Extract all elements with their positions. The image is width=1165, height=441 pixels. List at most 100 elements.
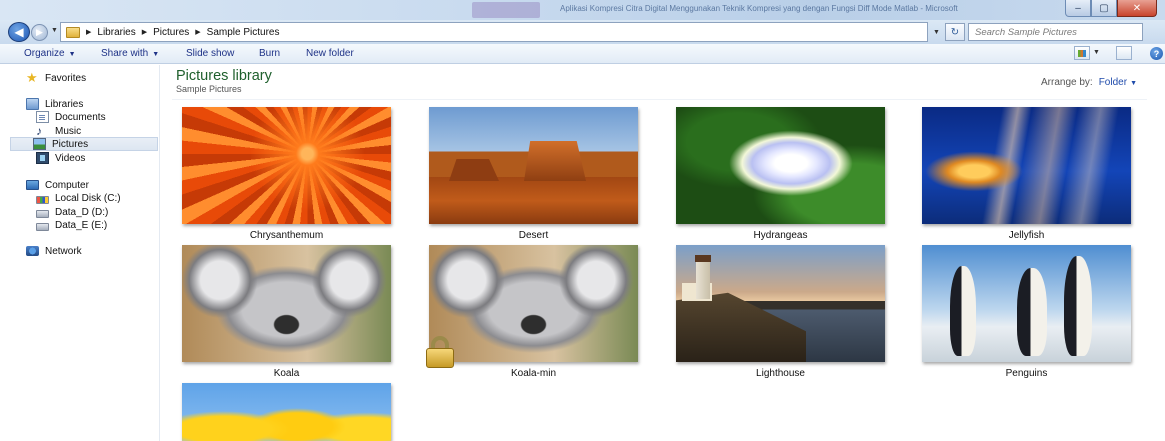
breadcrumb: ▶ Libraries ▶ Pictures ▶ Sample Pictures <box>80 27 279 38</box>
breadcrumb-separator-icon[interactable]: ▶ <box>142 28 147 36</box>
nav-data-d[interactable]: Data_D (D:) <box>36 205 108 219</box>
nav-computer[interactable]: Computer <box>26 178 89 192</box>
nav-favorites[interactable]: ★ Favorites <box>26 71 86 85</box>
videos-icon <box>36 152 49 164</box>
nav-music-label: Music <box>55 125 82 137</box>
arrange-by-folder-dropdown[interactable]: Folder <box>1099 77 1127 88</box>
window-title: Aplikasi Kompresi Citra Digital Mengguna… <box>560 4 958 13</box>
file-item-koala-min[interactable]: Koala-min <box>429 245 638 380</box>
recent-pages-dropdown[interactable]: ▼ <box>51 27 58 34</box>
refresh-button[interactable]: ↻ <box>945 23 965 41</box>
arrange-by: Arrange by: Folder ▼ <box>1041 77 1137 88</box>
chrysanthemum-thumbnail <box>182 107 391 224</box>
nav-pictures-label: Pictures <box>52 138 89 150</box>
mesa-shape <box>449 159 499 181</box>
title-bar: Aplikasi Kompresi Citra Digital Mengguna… <box>0 0 1165 20</box>
help-icon[interactable]: ? <box>1150 47 1163 60</box>
address-dropdown-icon[interactable]: ▼ <box>930 23 943 41</box>
mesa-shape <box>524 141 586 181</box>
nav-documents[interactable]: Documents <box>36 110 106 124</box>
breadcrumb-sample-pictures[interactable]: Sample Pictures <box>207 27 280 38</box>
nav-videos[interactable]: Videos <box>36 151 85 165</box>
lighthouse-thumbnail <box>676 245 885 362</box>
breadcrumb-libraries[interactable]: Libraries <box>97 27 135 38</box>
breadcrumb-separator-icon[interactable]: ▶ <box>195 28 200 36</box>
koala-min-thumbnail <box>429 245 638 362</box>
nav-libraries[interactable]: Libraries <box>26 97 83 111</box>
address-row: ◀ ▶ ▼ ▶ Libraries ▶ Pictures ▶ Sample Pi… <box>0 20 1165 44</box>
nav-libraries-label: Libraries <box>45 98 84 110</box>
forward-arrow-icon: ▶ <box>36 27 43 37</box>
taskbar-highlight <box>472 2 540 18</box>
file-item-koala[interactable]: Koala <box>182 245 391 380</box>
change-view-button[interactable] <box>1074 46 1090 60</box>
penguin-shape <box>1017 268 1047 356</box>
window-controls: – ▢ ✕ <box>1065 0 1157 17</box>
arrange-by-label: Arrange by: <box>1041 77 1093 88</box>
address-bar[interactable]: ▶ Libraries ▶ Pictures ▶ Sample Pictures <box>60 22 928 42</box>
penguins-thumbnail <box>922 245 1131 362</box>
file-item-desert[interactable]: Desert <box>429 107 638 242</box>
drive-icon <box>36 209 49 218</box>
forward-button[interactable]: ▶ <box>31 24 48 41</box>
burn-button[interactable]: Burn <box>259 48 280 59</box>
maximize-button[interactable]: ▢ <box>1091 0 1117 17</box>
back-button[interactable]: ◀ <box>8 22 30 42</box>
header-divider <box>172 99 1147 100</box>
file-name: Hydrangeas <box>753 230 808 241</box>
folder-icon <box>66 26 80 38</box>
library-title: Pictures library <box>176 68 272 84</box>
file-item-tulips[interactable] <box>182 383 391 441</box>
nav-videos-label: Videos <box>55 152 86 164</box>
breadcrumb-separator-icon[interactable]: ▶ <box>86 28 91 36</box>
nav-data-e-label: Data_E (E:) <box>55 219 108 231</box>
nav-network[interactable]: Network <box>26 244 82 258</box>
organize-label: Organize <box>24 48 65 59</box>
share-with-menu[interactable]: Share with ▼ <box>101 48 159 59</box>
jellyfish-thumbnail <box>922 107 1131 224</box>
nav-local-disk-label: Local Disk (C:) <box>55 192 121 204</box>
close-button[interactable]: ✕ <box>1117 0 1157 17</box>
nav-local-disk[interactable]: Local Disk (C:) <box>36 191 121 205</box>
file-name: Desert <box>518 230 549 241</box>
search-box[interactable] <box>968 23 1143 41</box>
library-subtitle: Sample Pictures <box>176 84 242 94</box>
nav-pictures[interactable]: Pictures <box>10 137 158 151</box>
view-options-dropdown-icon[interactable]: ▼ <box>1093 49 1100 56</box>
file-item-jellyfish[interactable]: Jellyfish <box>922 107 1131 242</box>
hydrangeas-thumbnail <box>676 107 885 224</box>
breadcrumb-pictures[interactable]: Pictures <box>153 27 189 38</box>
computer-icon <box>26 180 39 190</box>
chevron-down-icon[interactable]: ▼ <box>1130 80 1137 87</box>
file-item-chrysanthemum[interactable]: Chrysanthemum <box>182 107 391 242</box>
penguin-shape <box>950 266 976 356</box>
file-name: Jellyfish <box>1008 230 1045 241</box>
chevron-down-icon: ▼ <box>68 51 76 58</box>
koala-thumbnail <box>182 245 391 362</box>
nav-data-e[interactable]: Data_E (E:) <box>36 218 107 232</box>
minimize-button[interactable]: – <box>1065 0 1091 17</box>
star-icon: ★ <box>26 70 38 85</box>
nav-music[interactable]: ♪ Music <box>36 124 81 138</box>
organize-menu[interactable]: Organize ▼ <box>24 48 76 59</box>
slide-show-button[interactable]: Slide show <box>186 48 234 59</box>
libraries-icon <box>26 98 39 110</box>
search-input[interactable] <box>975 26 1125 38</box>
back-arrow-icon: ◀ <box>14 25 24 39</box>
command-bar: Organize ▼ Share with ▼ Slide show Burn Ne… <box>0 44 1165 64</box>
new-folder-button[interactable]: New folder <box>306 48 354 59</box>
chevron-down-icon: ▼ <box>152 51 160 58</box>
penguin-shape <box>1064 256 1092 356</box>
lock-icon <box>425 336 455 368</box>
file-name: Chrysanthemum <box>249 230 324 241</box>
view-thumbnails-icon <box>1078 50 1086 57</box>
lock-body <box>426 348 454 368</box>
share-with-label: Share with <box>101 48 149 59</box>
file-item-lighthouse[interactable]: Lighthouse <box>676 245 885 380</box>
file-item-hydrangeas[interactable]: Hydrangeas <box>676 107 885 242</box>
navigation-pane: ★ Favorites Libraries Documents ♪ Music Pi… <box>0 65 160 441</box>
pictures-icon <box>33 138 46 150</box>
desert-thumbnail <box>429 107 638 224</box>
preview-pane-button[interactable] <box>1116 46 1132 60</box>
file-item-penguins[interactable]: Penguins <box>922 245 1131 380</box>
